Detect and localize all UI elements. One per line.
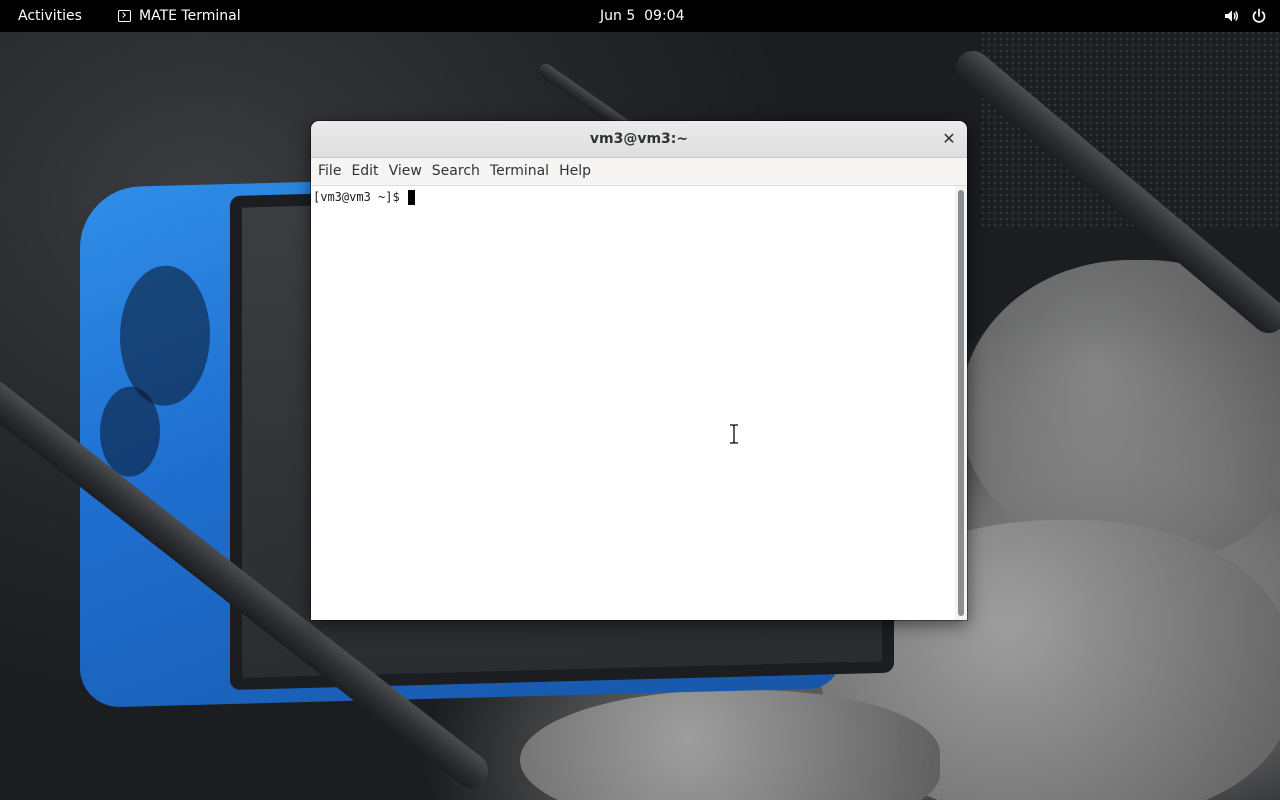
window-titlebar[interactable]: vm3@vm3:~ ✕	[311, 121, 967, 158]
activities-button[interactable]: Activities	[6, 3, 94, 29]
terminal-area[interactable]: [vm3@vm3 ~]$	[311, 186, 967, 620]
menu-bar: File Edit View Search Terminal Help	[311, 158, 967, 186]
window-title: vm3@vm3:~	[589, 131, 689, 147]
menu-terminal[interactable]: Terminal	[485, 158, 554, 185]
text-cursor	[407, 190, 415, 205]
terminal-line: [vm3@vm3 ~]$	[313, 190, 415, 205]
system-tray[interactable]	[1222, 3, 1268, 29]
top-bar: Activities MATE Terminal Jun 5 09:04	[0, 0, 1280, 32]
menu-view[interactable]: View	[384, 158, 427, 185]
scrollbar[interactable]	[955, 186, 967, 620]
shell-prompt: [vm3@vm3 ~]$	[313, 190, 407, 204]
terminal-icon	[118, 10, 131, 22]
wallpaper-tv-spot	[120, 264, 210, 407]
menu-edit[interactable]: Edit	[346, 158, 383, 185]
volume-icon[interactable]	[1222, 7, 1240, 25]
menu-file[interactable]: File	[313, 158, 346, 185]
scrollbar-thumb[interactable]	[958, 190, 964, 616]
close-icon: ✕	[942, 129, 956, 148]
menu-search[interactable]: Search	[427, 158, 485, 185]
wallpaper-tv-spot	[100, 385, 160, 478]
app-menu-button[interactable]: MATE Terminal	[112, 3, 247, 29]
terminal-window[interactable]: vm3@vm3:~ ✕ File Edit View Search Termin…	[311, 121, 967, 620]
menu-help[interactable]: Help	[554, 158, 596, 185]
ibeam-cursor-icon	[730, 424, 738, 444]
wallpaper-rock	[520, 690, 940, 800]
close-button[interactable]: ✕	[939, 129, 959, 149]
clock[interactable]: Jun 5 09:04	[590, 3, 694, 29]
app-name-label: MATE Terminal	[139, 8, 241, 24]
power-icon[interactable]	[1250, 7, 1268, 25]
